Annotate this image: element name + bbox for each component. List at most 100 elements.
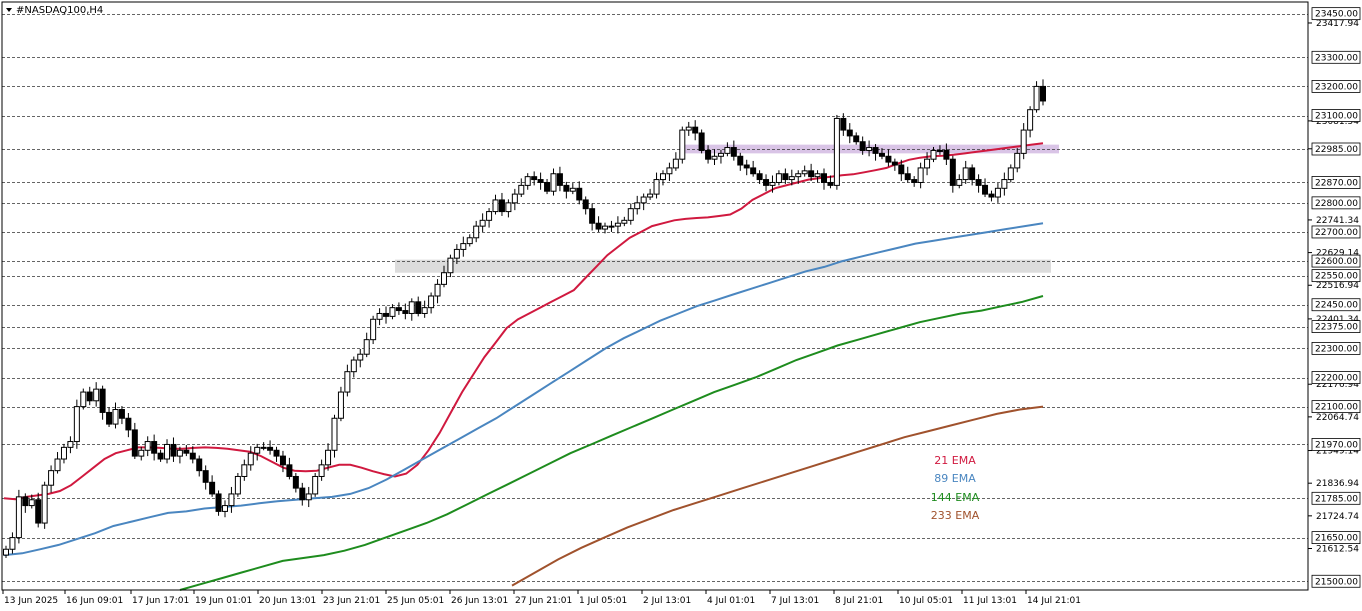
level-label: 22100.00 bbox=[1315, 403, 1358, 413]
candle-body bbox=[866, 147, 873, 151]
candle-body bbox=[1014, 152, 1021, 169]
level-label: 22600.00 bbox=[1315, 257, 1358, 267]
candle-body bbox=[936, 149, 943, 152]
candle-body bbox=[473, 225, 480, 239]
candle-body bbox=[756, 173, 763, 181]
candle-body bbox=[337, 391, 344, 419]
x-tick-label: 8 Jul 21:01 bbox=[835, 596, 883, 606]
candle-body bbox=[434, 283, 441, 297]
level-label: 22700.00 bbox=[1315, 228, 1358, 238]
candle-body bbox=[898, 164, 905, 175]
candle-body bbox=[563, 184, 570, 192]
candle-body bbox=[164, 443, 171, 460]
candle-body bbox=[1033, 85, 1040, 111]
candle-body bbox=[80, 391, 87, 408]
axis-layer bbox=[1, 1, 1312, 594]
x-tick-label: 25 Jun 05:01 bbox=[387, 596, 444, 606]
y-tick-label: 22741.34 bbox=[1316, 216, 1359, 226]
candle-body bbox=[189, 452, 196, 460]
chart-title: #NASDAQ100,H4 bbox=[16, 5, 103, 16]
candle-body bbox=[717, 152, 724, 157]
candle-body bbox=[279, 455, 286, 466]
candle-body bbox=[556, 173, 563, 186]
candle-body bbox=[982, 184, 989, 195]
candle-body bbox=[840, 117, 847, 131]
candle-body bbox=[486, 211, 493, 221]
candle-body bbox=[821, 173, 828, 183]
level-label: 23200.00 bbox=[1315, 82, 1358, 92]
candle-body bbox=[60, 446, 67, 460]
candle-body bbox=[428, 295, 435, 309]
level-label: 22300.00 bbox=[1315, 344, 1358, 354]
level-label: 21650.00 bbox=[1315, 534, 1358, 544]
candle-body bbox=[1001, 179, 1008, 189]
candle-body bbox=[421, 307, 428, 314]
candle-body bbox=[440, 272, 447, 285]
candle-body bbox=[466, 237, 473, 245]
candle-body bbox=[885, 155, 892, 163]
candle-body bbox=[118, 409, 125, 419]
candle-body bbox=[795, 173, 802, 178]
candle-body bbox=[524, 176, 531, 186]
x-tick-label: 10 Jul 05:01 bbox=[899, 596, 953, 606]
candle-body bbox=[234, 475, 241, 495]
candle-body bbox=[176, 449, 183, 457]
candle-body bbox=[576, 187, 583, 201]
candle-body bbox=[260, 446, 267, 449]
candle-body bbox=[215, 493, 222, 512]
candle-body bbox=[86, 391, 93, 402]
candle-body bbox=[666, 167, 673, 175]
x-tick-label: 26 Jun 13:01 bbox=[451, 596, 508, 606]
candle-body bbox=[196, 458, 203, 472]
candle-body bbox=[763, 179, 770, 186]
candle-body bbox=[640, 196, 647, 204]
candle-body bbox=[956, 179, 963, 186]
candle-body bbox=[247, 452, 254, 466]
level-label: 22870.00 bbox=[1315, 178, 1358, 188]
level-label: 23450.00 bbox=[1315, 10, 1358, 20]
candle-body bbox=[930, 149, 937, 160]
candle-body bbox=[621, 219, 628, 224]
candle-body bbox=[35, 499, 42, 524]
candle-body bbox=[402, 310, 409, 314]
candle-body bbox=[1007, 167, 1014, 181]
candle-body bbox=[325, 449, 332, 466]
ema-legend-label: 89 EMA bbox=[934, 472, 976, 485]
ema-line bbox=[3, 222, 1044, 557]
candle-body bbox=[312, 475, 319, 495]
candle-body bbox=[1020, 129, 1027, 154]
candle-body bbox=[125, 417, 132, 431]
x-tick-label: 14 Jul 21:01 bbox=[1027, 596, 1081, 606]
candle-body bbox=[498, 199, 505, 213]
candle-body bbox=[15, 496, 22, 539]
candle-body bbox=[447, 257, 454, 274]
candle-body bbox=[975, 179, 982, 186]
candle-body bbox=[737, 155, 744, 166]
candle-body bbox=[112, 409, 119, 425]
candle-body bbox=[569, 187, 576, 192]
candle-body bbox=[602, 225, 609, 230]
candle-body bbox=[389, 307, 396, 317]
x-tick-label: 20 Jun 13:01 bbox=[259, 596, 316, 606]
candle-body bbox=[202, 470, 209, 483]
candle-body bbox=[363, 339, 370, 355]
candle-body bbox=[254, 446, 261, 454]
candle-body bbox=[518, 184, 525, 195]
level-label: 23100.00 bbox=[1315, 112, 1358, 122]
candle-body bbox=[48, 470, 55, 486]
candle-body bbox=[924, 158, 931, 169]
candle-body bbox=[99, 388, 106, 413]
candle-body bbox=[376, 312, 383, 320]
candle-body bbox=[183, 449, 190, 454]
x-tick-label: 7 Jul 13:01 bbox=[771, 596, 819, 606]
ema-line bbox=[179, 295, 1044, 591]
ema-legend-label: 233 EMA bbox=[931, 509, 980, 522]
x-tick-label: 16 Jun 09:01 bbox=[66, 596, 123, 606]
candle-body bbox=[582, 199, 589, 210]
ema-layer bbox=[3, 142, 1044, 591]
candle-body bbox=[54, 458, 61, 472]
collapse-triangle-icon[interactable] bbox=[6, 8, 12, 12]
candle-body bbox=[221, 505, 228, 512]
candle-body bbox=[299, 487, 306, 501]
candle-body bbox=[479, 219, 486, 227]
